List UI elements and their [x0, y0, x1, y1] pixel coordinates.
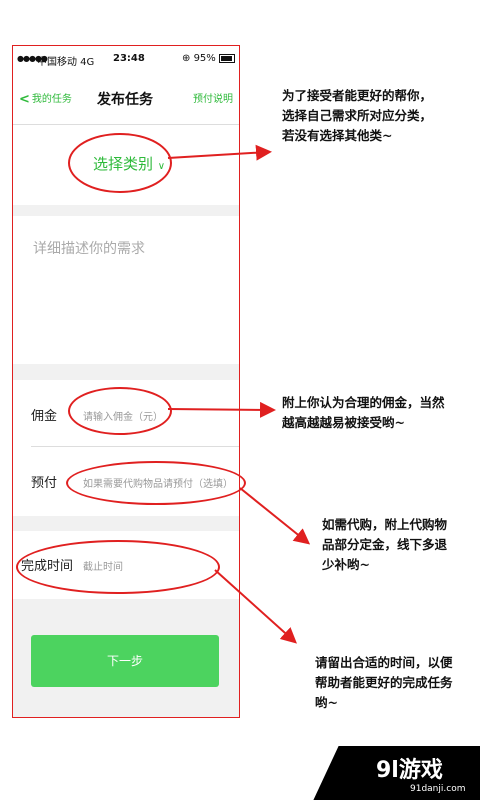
- note-line: 哟~: [315, 695, 338, 710]
- note-line: 越高越越易被接受哟~: [282, 415, 405, 430]
- note-line: 品部分定金，线下多退: [322, 537, 448, 552]
- prepay-note: 如需代购，附上代购物 品部分定金，线下多退 少补哟~: [322, 515, 447, 575]
- note-line: 若没有选择其他类~: [282, 128, 393, 143]
- deadline-note: 请留出合适的时间，以便 帮助者能更好的完成任务 哟~: [315, 653, 453, 713]
- category-note: 为了接受者能更好的帮你， 选择自己需求所对应分类， 若没有选择其他类~: [282, 86, 432, 146]
- note-line: 请留出合适的时间，以便: [315, 655, 453, 670]
- note-line: 附上你认为合理的佣金，当然: [282, 395, 445, 410]
- note-line: 少补哟~: [322, 557, 370, 572]
- watermark: 9l游戏 91danji.com: [296, 746, 480, 800]
- note-line: 帮助者能更好的完成任务: [315, 675, 453, 690]
- watermark-url: 91danji.com: [410, 784, 466, 794]
- note-line: 为了接受者能更好的帮你，: [282, 88, 433, 103]
- deadline-arrow: [214, 569, 297, 644]
- category-arrow: [167, 144, 272, 161]
- commission-arrow: [167, 401, 276, 418]
- commission-note: 附上你认为合理的佣金，当然 越高越越易被接受哟~: [282, 393, 445, 433]
- watermark-logo: 9l游戏: [376, 758, 443, 783]
- note-line: 如需代购，附上代购物: [322, 517, 448, 532]
- prepay-arrow: [239, 487, 311, 545]
- note-line: 选择自己需求所对应分类，: [282, 108, 433, 123]
